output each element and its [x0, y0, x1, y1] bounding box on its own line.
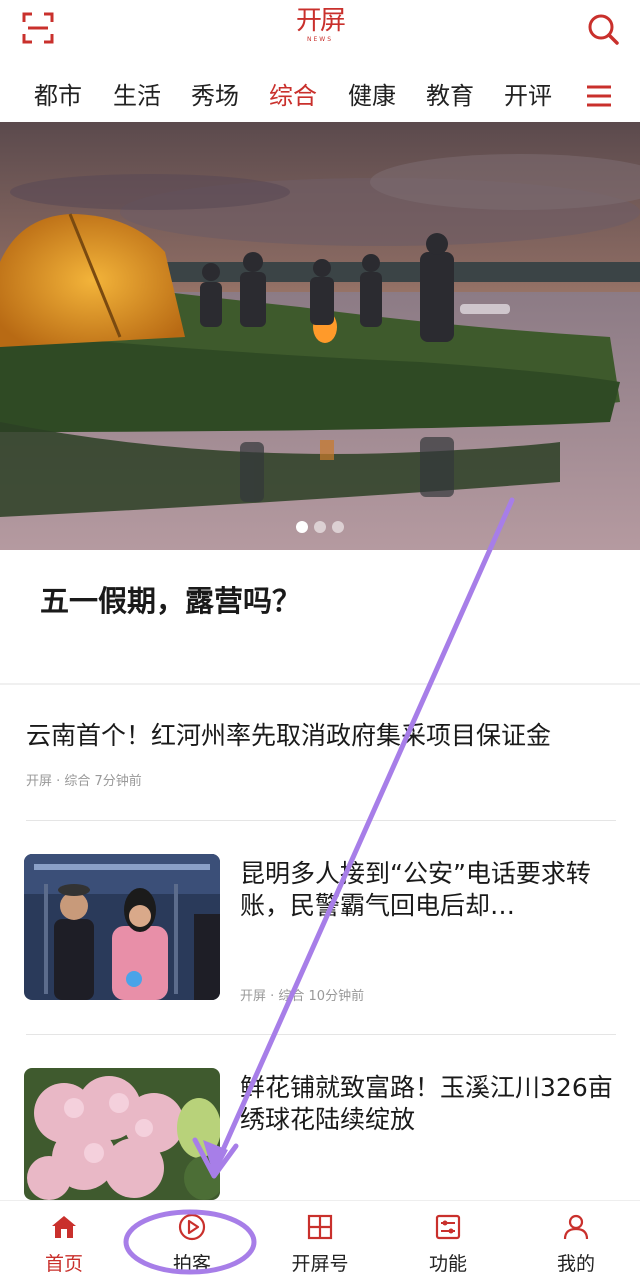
news-meta: 开屏 · 综合 10分钟前	[240, 989, 365, 1004]
nav-paike[interactable]: 拍客	[128, 1201, 256, 1276]
nav-label: 我的	[556, 1253, 595, 1275]
home-icon	[52, 1216, 76, 1238]
channel-tabs: 都市 生活 秀场 综合 健康 教育 开评	[0, 72, 640, 120]
carousel-dot[interactable]	[296, 521, 308, 533]
nav-kaipinghao[interactable]: 开屏号	[256, 1201, 384, 1276]
nav-label: 功能	[428, 1253, 467, 1275]
list-divider	[26, 820, 616, 821]
scan-icon[interactable]	[22, 12, 54, 44]
nav-gongneng[interactable]: 功能	[384, 1201, 512, 1276]
logo-text: 开屏	[295, 6, 346, 36]
hero-banner[interactable]	[0, 122, 640, 550]
hero-title[interactable]: 五一假期，露营吗？	[40, 578, 301, 620]
carousel-dot[interactable]	[332, 521, 344, 533]
carousel-indicators	[0, 518, 640, 534]
hero-image	[0, 122, 640, 550]
nav-mine[interactable]: 我的	[512, 1201, 640, 1276]
tab-xiuchang[interactable]: 秀场	[183, 72, 247, 120]
tab-dushi[interactable]: 都市	[26, 72, 90, 120]
news-thumbnail[interactable]	[24, 1068, 220, 1200]
sliders-icon	[435, 1214, 461, 1240]
play-circle-icon	[178, 1213, 206, 1241]
tab-jiankang[interactable]: 健康	[340, 72, 404, 120]
news-title[interactable]: 云南首个！红河州率先取消政府集采项目保证金	[26, 718, 616, 754]
channel-menu-icon[interactable]	[584, 82, 614, 110]
nav-label: 首页	[44, 1253, 83, 1275]
nav-label: 开屏号	[291, 1253, 349, 1275]
tab-zonghe[interactable]: 综合	[261, 72, 325, 120]
app-logo: 开屏 NEWS	[290, 6, 350, 50]
top-bar: 开屏 NEWS	[0, 0, 640, 64]
tab-shenghuo[interactable]: 生活	[105, 72, 169, 120]
nav-label: 拍客	[172, 1253, 211, 1275]
news-title[interactable]: 鲜花铺就致富路！玉溪江川326亩绣球花陆续绽放	[240, 1072, 620, 1136]
logo-subtext: NEWS	[306, 36, 334, 43]
nav-home[interactable]: 首页	[0, 1201, 128, 1276]
tab-jiaoyu[interactable]: 教育	[418, 72, 482, 120]
news-thumbnail[interactable]	[24, 854, 220, 1000]
user-icon	[563, 1214, 589, 1240]
carousel-dot[interactable]	[314, 521, 326, 533]
section-divider	[0, 683, 640, 685]
news-title[interactable]: 昆明多人接到“公安”电话要求转账，民警霸气回电后却…	[240, 858, 620, 922]
grid-icon	[307, 1214, 333, 1240]
bottom-nav: 首页 拍客 开屏号 功能 我的	[0, 1200, 640, 1276]
search-icon[interactable]	[586, 12, 620, 46]
list-divider	[26, 1034, 616, 1035]
news-meta: 开屏 · 综合 7分钟前	[26, 774, 142, 789]
tab-kaiping[interactable]: 开评	[496, 72, 560, 120]
